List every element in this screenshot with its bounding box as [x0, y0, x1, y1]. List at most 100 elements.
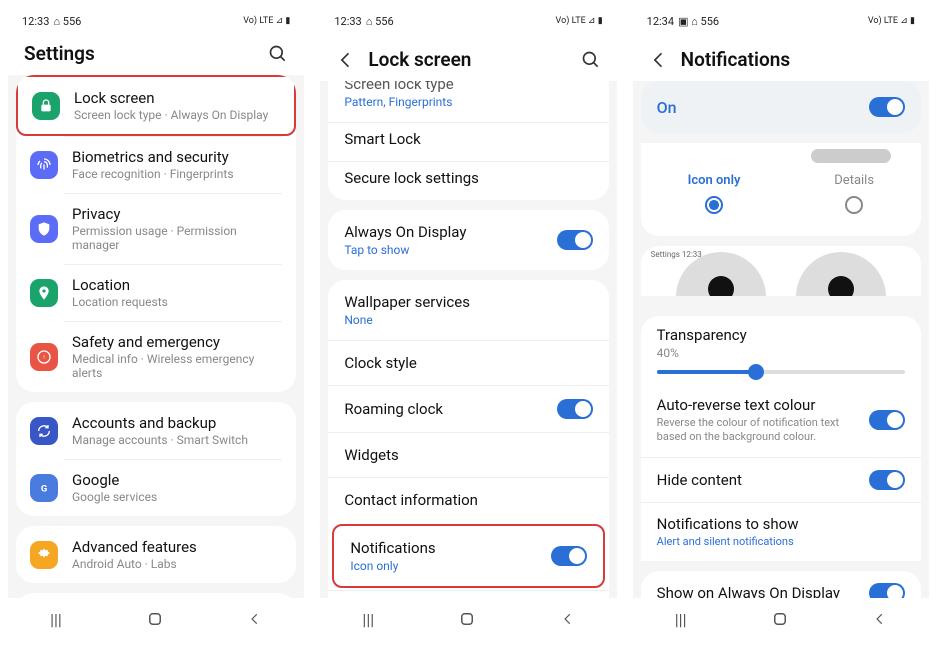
search-icon[interactable]: [581, 50, 601, 70]
status-bar: 12:33 ⌂ 556 Vo) LTE ⊿ ▮: [8, 8, 304, 34]
row-hide-content[interactable]: Hide content: [641, 457, 921, 502]
lock-screen-list: Screen lock type Pattern, Fingerprints S…: [320, 81, 616, 598]
settings-group: Accounts and backup Manage accounts · Sm…: [16, 402, 296, 516]
screen-lock-screen: 12:33 ⌂ 556 Vo) LTE ⊿ ▮ Lock screen Scre…: [320, 8, 616, 640]
settings-group: Advanced features Android Auto · Labs: [16, 526, 296, 583]
preview-panel: Settings 12:33: [641, 246, 921, 296]
recents-button[interactable]: |||: [362, 610, 374, 629]
row-auto-reverse[interactable]: Auto-reverse text colour Reverse the col…: [641, 384, 921, 457]
item-title: Google: [72, 471, 282, 489]
item-title: Privacy: [72, 205, 282, 223]
nav-bar: |||: [8, 598, 304, 640]
notifications-content: On Icon only Details Settings 12:3: [633, 81, 929, 598]
status-time: 12:34: [647, 15, 674, 28]
item-subtitle: None: [344, 313, 592, 327]
row-title: Notifications to show: [657, 515, 905, 533]
item-secure-lock[interactable]: Secure lock settings: [328, 161, 608, 200]
slider-thumb[interactable]: [748, 364, 764, 380]
home-button[interactable]: [146, 610, 164, 628]
row-title: Auto-reverse text colour: [657, 396, 857, 414]
toggle-master[interactable]: [869, 97, 905, 117]
item-title: Smart Lock: [344, 130, 592, 148]
status-indicators-right: Vo) LTE ⊿ ▮: [868, 16, 915, 26]
item-screen-lock-type[interactable]: Screen lock type Pattern, Fingerprints: [328, 81, 608, 122]
page-title: Settings: [24, 42, 256, 65]
item-roaming-clock[interactable]: Roaming clock: [328, 385, 608, 432]
toggle-auto-reverse[interactable]: [869, 410, 905, 430]
item-title: Secure lock settings: [344, 169, 592, 187]
master-toggle-row[interactable]: On: [641, 81, 921, 133]
status-bar: 12:34 ▣ ⌂ 556 Vo) LTE ⊿ ▮: [633, 8, 929, 34]
item-advanced[interactable]: Advanced features Android Auto · Labs: [16, 526, 296, 583]
slider-label: Transparency: [657, 326, 905, 344]
settings-group: Digital Wellbeing and parental controls …: [16, 593, 296, 598]
toggle-aod[interactable]: [869, 583, 905, 598]
item-lock-screen[interactable]: Lock screen Screen lock type · Always On…: [16, 75, 296, 136]
item-smart-lock[interactable]: Smart Lock: [328, 122, 608, 161]
radio-label: Icon only: [688, 173, 741, 188]
fingerprint-icon: [30, 151, 58, 179]
status-indicators-right: Vo) LTE ⊿ ▮: [243, 16, 290, 26]
transparency-slider[interactable]: [657, 370, 905, 374]
preview-icon: [796, 252, 886, 296]
recents-button[interactable]: |||: [50, 610, 62, 629]
page-title: Notifications: [681, 48, 913, 71]
toggle-aod[interactable]: [557, 230, 593, 250]
item-wallpaper[interactable]: Wallpaper services None: [328, 280, 608, 340]
item-notifications[interactable]: Notifications Icon only: [332, 524, 604, 588]
recents-button[interactable]: |||: [675, 610, 687, 629]
item-subtitle: Pattern, Fingerprints: [344, 95, 592, 109]
status-indicators-left: ⌂ 556: [366, 15, 394, 28]
item-clock-style[interactable]: Clock style: [328, 340, 608, 385]
item-contact-info[interactable]: Contact information: [328, 477, 608, 522]
item-subtitle: Android Auto · Labs: [72, 557, 282, 571]
row-title: Show on Always On Display: [657, 584, 857, 598]
status-time: 12:33: [22, 15, 49, 28]
radio-details[interactable]: Details: [834, 173, 874, 214]
slider-value: 40%: [657, 346, 905, 360]
item-shortcuts[interactable]: Shortcuts Phone, Camera: [328, 590, 608, 598]
item-subtitle: Face recognition · Fingerprints: [72, 167, 282, 181]
item-safety[interactable]: ! Safety and emergency Medical info · Wi…: [16, 321, 296, 392]
group: Screen lock type Pattern, Fingerprints S…: [328, 81, 608, 200]
radio-icon-only[interactable]: Icon only: [688, 173, 741, 214]
item-google[interactable]: G Google Google services: [16, 459, 296, 516]
item-widgets[interactable]: Widgets: [328, 432, 608, 477]
pin-icon: [30, 279, 58, 307]
item-title: Safety and emergency: [72, 333, 282, 351]
back-button[interactable]: [561, 612, 575, 626]
preview-label: Settings 12:33: [651, 250, 702, 259]
item-privacy[interactable]: Privacy Permission usage · Permission ma…: [16, 193, 296, 264]
item-subtitle: Screen lock type · Always On Display: [74, 108, 280, 122]
toggle-roaming[interactable]: [557, 399, 593, 419]
home-button[interactable]: [771, 610, 789, 628]
toggle-notifications[interactable]: [551, 546, 587, 566]
item-title: Notifications: [350, 539, 550, 557]
header: Settings: [8, 34, 304, 75]
item-wellbeing[interactable]: Digital Wellbeing and parental controls …: [16, 593, 296, 598]
row-notif-to-show[interactable]: Notifications to show Alert and silent n…: [641, 502, 921, 561]
item-title: Advanced features: [72, 538, 282, 556]
item-title: Accounts and backup: [72, 414, 282, 432]
row-aod[interactable]: Show on Always On Display: [641, 571, 921, 598]
radio-label: Details: [834, 173, 874, 188]
radio-indicator: [705, 196, 723, 214]
item-title: Lock screen: [74, 89, 280, 107]
home-button[interactable]: [458, 610, 476, 628]
item-title: Roaming clock: [344, 400, 556, 418]
page-title: Lock screen: [368, 48, 568, 71]
back-button[interactable]: [873, 612, 887, 626]
item-aod[interactable]: Always On Display Tap to show: [328, 210, 608, 270]
back-button[interactable]: [248, 612, 262, 626]
item-location[interactable]: Location Location requests: [16, 264, 296, 321]
nav-bar: |||: [633, 598, 929, 640]
search-icon[interactable]: [268, 44, 288, 64]
item-title: Always On Display: [344, 223, 556, 241]
item-biometrics[interactable]: Biometrics and security Face recognition…: [16, 136, 296, 193]
back-icon[interactable]: [649, 50, 669, 70]
status-time: 12:33: [334, 15, 361, 28]
item-accounts[interactable]: Accounts and backup Manage accounts · Sm…: [16, 402, 296, 459]
back-icon[interactable]: [336, 50, 356, 70]
item-subtitle: Location requests: [72, 295, 282, 309]
toggle-hide-content[interactable]: [869, 470, 905, 490]
